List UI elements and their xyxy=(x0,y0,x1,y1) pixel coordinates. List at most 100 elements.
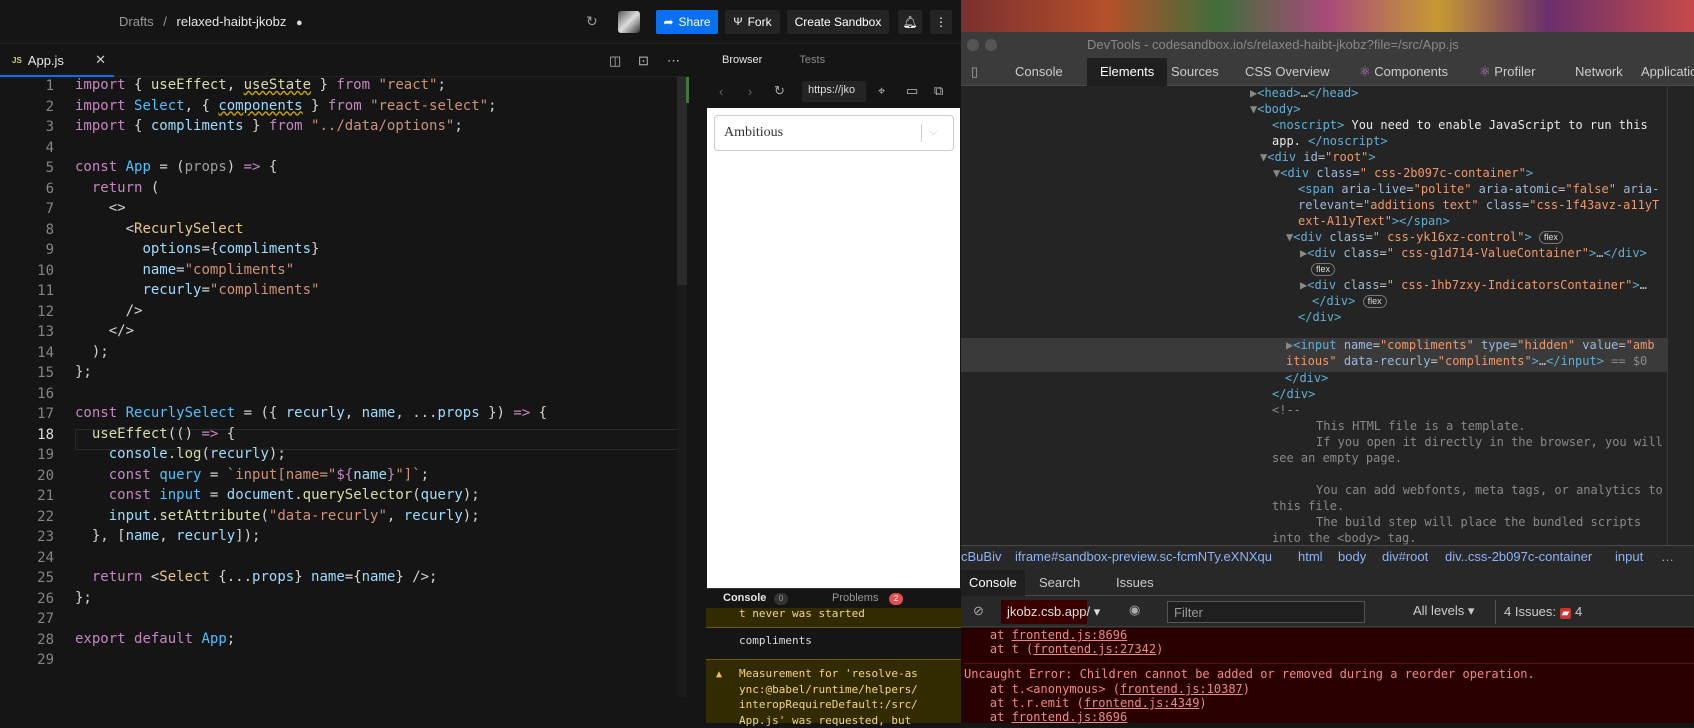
console-count-badge: 0 xyxy=(774,593,788,605)
device-toolbar-icon[interactable]: ▯ xyxy=(971,58,978,86)
more-menu-icon[interactable]: ⋮ xyxy=(930,10,952,34)
breadcrumb: Drafts / relaxed-haibt-jkobz ● xyxy=(119,14,303,29)
line-number: 28 xyxy=(14,632,54,648)
tab-app-js[interactable]: JS App.js ✕ xyxy=(0,45,114,77)
tab-sources[interactable]: Sources xyxy=(1171,58,1219,86)
fork-button[interactable]: ΨFork xyxy=(725,10,780,34)
error-message: Uncaught Error: Children cannot be added… xyxy=(964,663,1694,681)
refresh-icon[interactable]: ↻ xyxy=(774,83,785,99)
tab-browser[interactable]: Browser xyxy=(722,54,762,66)
code-editor[interactable]: import { useEffect, useState } from "rea… xyxy=(75,77,685,697)
copy-icon[interactable]: ▭ xyxy=(906,83,918,99)
warning-icon: ▲ xyxy=(716,667,722,683)
window-close-button[interactable] xyxy=(967,39,979,51)
tab-console[interactable]: Console xyxy=(961,570,1025,596)
tab-problems[interactable]: Problems xyxy=(832,592,878,604)
more-icon[interactable]: ⋯ xyxy=(667,53,680,69)
source-link[interactable]: frontend.js:8696 xyxy=(1012,710,1128,724)
tab-console[interactable]: Console xyxy=(1015,58,1063,86)
console-line: t never was started xyxy=(706,608,961,628)
more-icon[interactable]: … xyxy=(1661,549,1674,564)
console-line-text: t never was started xyxy=(739,608,865,620)
styles-pane-collapsed[interactable] xyxy=(1667,86,1694,546)
overview-ruler-mark xyxy=(686,77,689,103)
crumb-item[interactable]: div#root xyxy=(1382,549,1428,564)
tab-issues[interactable]: Issues xyxy=(1116,575,1154,590)
issues-count: 4 xyxy=(1575,604,1582,619)
window-minimize-button[interactable] xyxy=(985,39,997,51)
tab-network[interactable]: Network xyxy=(1575,58,1623,86)
editor-scrollbar-thumb[interactable] xyxy=(677,77,687,285)
avatar[interactable] xyxy=(618,11,640,33)
chevron-down-icon[interactable]: ⌵ xyxy=(929,124,938,139)
url-input[interactable]: https://jko xyxy=(802,81,866,102)
log-levels-dropdown[interactable]: All levels ▾ xyxy=(1413,603,1474,619)
issues-button[interactable]: 4 Issues: ▰ 4 xyxy=(1495,600,1590,624)
desktop-wallpaper xyxy=(961,0,1694,32)
source-link[interactable]: frontend.js:27342 xyxy=(1033,642,1156,656)
create-sandbox-button[interactable]: Create Sandbox xyxy=(787,10,889,34)
line-number: 27 xyxy=(14,611,54,627)
tab-application[interactable]: Applicatio xyxy=(1641,58,1694,86)
open-preview-icon[interactable]: ⊡ xyxy=(638,53,649,69)
console-warning-line: Measurement for 'resolve-as xyxy=(739,666,961,682)
log-text: at xyxy=(961,628,1012,642)
log-text: ) xyxy=(1199,696,1206,710)
line-number: 1 xyxy=(14,78,54,94)
problems-count-badge: 2 xyxy=(889,593,903,605)
line-number: 11 xyxy=(14,283,54,299)
globe-icon[interactable]: ● xyxy=(296,17,303,29)
flex-badge[interactable]: flex xyxy=(1539,231,1563,244)
line-number: 19 xyxy=(14,447,54,463)
eye-icon[interactable]: ◉ xyxy=(1129,602,1140,618)
preview-console-output: t never was started compliments ▲ Measur… xyxy=(706,608,961,723)
line-number: 20 xyxy=(14,468,54,484)
tab-profiler[interactable]: ⚛ Profiler xyxy=(1479,58,1535,86)
crumb-item[interactable]: div..css-2b097c-container xyxy=(1445,549,1592,564)
bell-icon[interactable]: 🔔︎ xyxy=(898,10,922,34)
tab-css-overview[interactable]: CSS Overview xyxy=(1245,58,1330,86)
source-link[interactable]: frontend.js:10387 xyxy=(1120,682,1243,696)
share-button[interactable]: ➦Share xyxy=(656,10,718,34)
console-warning-line: interopRequireDefault:/src/ xyxy=(739,697,961,713)
split-view-icon[interactable]: ◫ xyxy=(609,53,621,69)
refresh-icon[interactable]: ↻ xyxy=(586,13,598,30)
crumb-item[interactable]: body xyxy=(1338,549,1366,564)
tab-console[interactable]: Console xyxy=(723,592,766,604)
source-link[interactable]: frontend.js:4349 xyxy=(1084,696,1200,710)
tab-profiler-label: Profiler xyxy=(1494,64,1535,79)
source-link[interactable]: frontend.js:8696 xyxy=(1012,628,1128,642)
console-warning: ▲ Measurement for 'resolve-as ync:@babel… xyxy=(706,659,961,723)
clear-console-icon[interactable]: ⊘ xyxy=(973,603,984,619)
filter-input[interactable]: Filter xyxy=(1167,601,1365,623)
console-line: compliments xyxy=(739,634,812,647)
line-number: 16 xyxy=(14,386,54,402)
crumb-item[interactable]: iframe#sandbox-preview.sc-fcmNTy.eXNXqu xyxy=(1015,549,1272,564)
compliments-select[interactable]: Ambitious ⌵ xyxy=(714,115,954,151)
log-text: ) xyxy=(1243,682,1250,696)
flex-badge[interactable]: flex xyxy=(1363,295,1387,308)
crumb-item[interactable]: html xyxy=(1298,549,1323,564)
react-icon: ⚛ xyxy=(1479,64,1491,79)
tab-tests[interactable]: Tests xyxy=(799,54,825,66)
tab-components[interactable]: ⚛ Components xyxy=(1359,58,1448,86)
tab-elements[interactable]: Elements xyxy=(1087,58,1167,86)
open-window-icon[interactable]: ⧉ xyxy=(934,83,943,99)
crumb-item[interactable]: input xyxy=(1615,549,1643,564)
console-log: at frontend.js:8696 at t (frontend.js:27… xyxy=(961,628,1694,723)
tab-search[interactable]: Search xyxy=(1039,575,1080,590)
log-text: ) xyxy=(1156,642,1163,656)
crumb-item[interactable]: cBuBiv xyxy=(961,549,1001,564)
forward-icon[interactable]: › xyxy=(748,84,752,99)
sandbox-name[interactable]: relaxed-haibt-jkobz xyxy=(177,14,287,29)
back-icon[interactable]: ‹ xyxy=(719,84,723,99)
line-number: 2 xyxy=(14,99,54,115)
breadcrumb-drafts[interactable]: Drafts xyxy=(119,14,154,29)
codesandbox-icon[interactable]: ⌖ xyxy=(878,83,885,99)
preview-console-bar: Console 0 Problems 2 xyxy=(706,588,961,608)
preview-frame[interactable] xyxy=(707,108,960,588)
flex-badge[interactable]: flex xyxy=(1311,263,1335,276)
close-icon[interactable]: ✕ xyxy=(95,52,106,68)
context-selector[interactable]: jkobz.csb.app/ ▾ xyxy=(1001,600,1087,624)
dom-tree[interactable]: ▶<head>…</head> ▼<body> <noscript> You n… xyxy=(961,86,1667,546)
